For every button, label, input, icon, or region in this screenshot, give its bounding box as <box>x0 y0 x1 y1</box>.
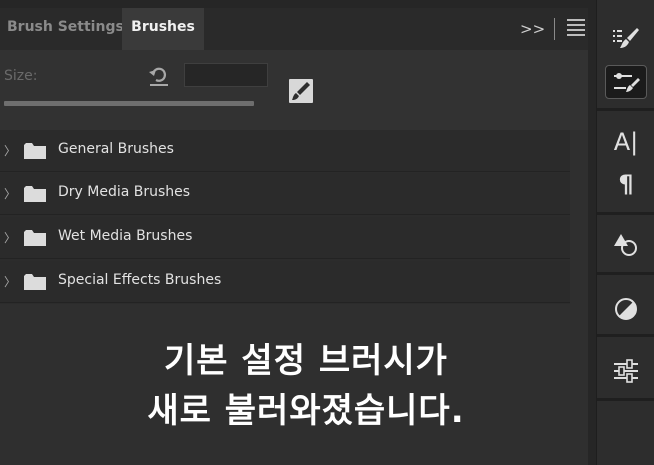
brush-folder-row[interactable]: 〉 Special Effects Brushes <box>0 261 570 303</box>
paragraph-icon[interactable]: ¶ <box>605 168 647 202</box>
panel-tab-bar: Brush Settings Brushes >> <box>0 8 596 50</box>
brush-presets-icon[interactable] <box>605 22 647 56</box>
toolbar-divider <box>597 334 654 337</box>
size-input[interactable] <box>184 63 268 87</box>
overlay-caption: 기본 설정 브러시가 새로 불러와졌습니다. <box>96 336 516 436</box>
brush-folder-label: Dry Media Brushes <box>58 184 191 200</box>
chevron-right-icon[interactable]: 〉 <box>4 186 16 202</box>
folder-icon <box>24 143 46 159</box>
folder-icon <box>24 230 46 246</box>
panel-top-strip <box>0 0 596 8</box>
character-icon[interactable]: A| <box>605 126 647 160</box>
toolbar-divider <box>597 398 654 401</box>
tab-brush-settings[interactable]: Brush Settings <box>0 8 124 50</box>
chevron-right-icon[interactable]: 〉 <box>4 274 16 290</box>
toolbar-divider <box>597 272 654 275</box>
right-panel-toolbar: A| ¶ <box>596 0 654 465</box>
toolbar-divider <box>597 108 654 111</box>
size-label: Size: <box>4 68 38 84</box>
shapes-icon[interactable] <box>605 228 647 262</box>
properties-sliders-icon[interactable] <box>605 354 647 388</box>
brush-folder-row[interactable]: 〉 General Brushes <box>0 130 570 172</box>
toolbar-divider <box>597 212 654 215</box>
new-brush-icon[interactable] <box>288 78 314 104</box>
hamburger-menu-icon[interactable] <box>567 19 585 39</box>
caption-line-2: 새로 불러와졌습니다. <box>147 391 465 431</box>
brush-folder-label: General Brushes <box>58 141 174 157</box>
brush-settings-icon[interactable] <box>605 65 647 99</box>
brush-folder-label: Special Effects Brushes <box>58 272 222 288</box>
panel-gap <box>588 0 596 465</box>
size-slider[interactable] <box>4 101 254 106</box>
brushes-panel: Brush Settings Brushes >> Size: 〉 Genera… <box>0 0 596 465</box>
brush-folder-row[interactable]: 〉 Dry Media Brushes <box>0 173 570 215</box>
folder-icon <box>24 186 46 202</box>
expand-panels-button[interactable]: >> <box>520 16 545 42</box>
tab-bar-divider <box>554 18 555 40</box>
adjustments-icon[interactable] <box>605 292 647 326</box>
chevron-right-icon[interactable]: 〉 <box>4 230 16 246</box>
chevron-right-icon[interactable]: 〉 <box>4 143 16 159</box>
brush-folder-row[interactable]: 〉 Wet Media Brushes <box>0 217 570 259</box>
tab-brushes[interactable]: Brushes <box>122 8 204 50</box>
brush-folder-label: Wet Media Brushes <box>58 228 193 244</box>
reset-arrow-icon[interactable] <box>148 64 170 88</box>
folder-icon <box>24 274 46 290</box>
caption-line-1: 기본 설정 브러시가 <box>164 341 448 381</box>
